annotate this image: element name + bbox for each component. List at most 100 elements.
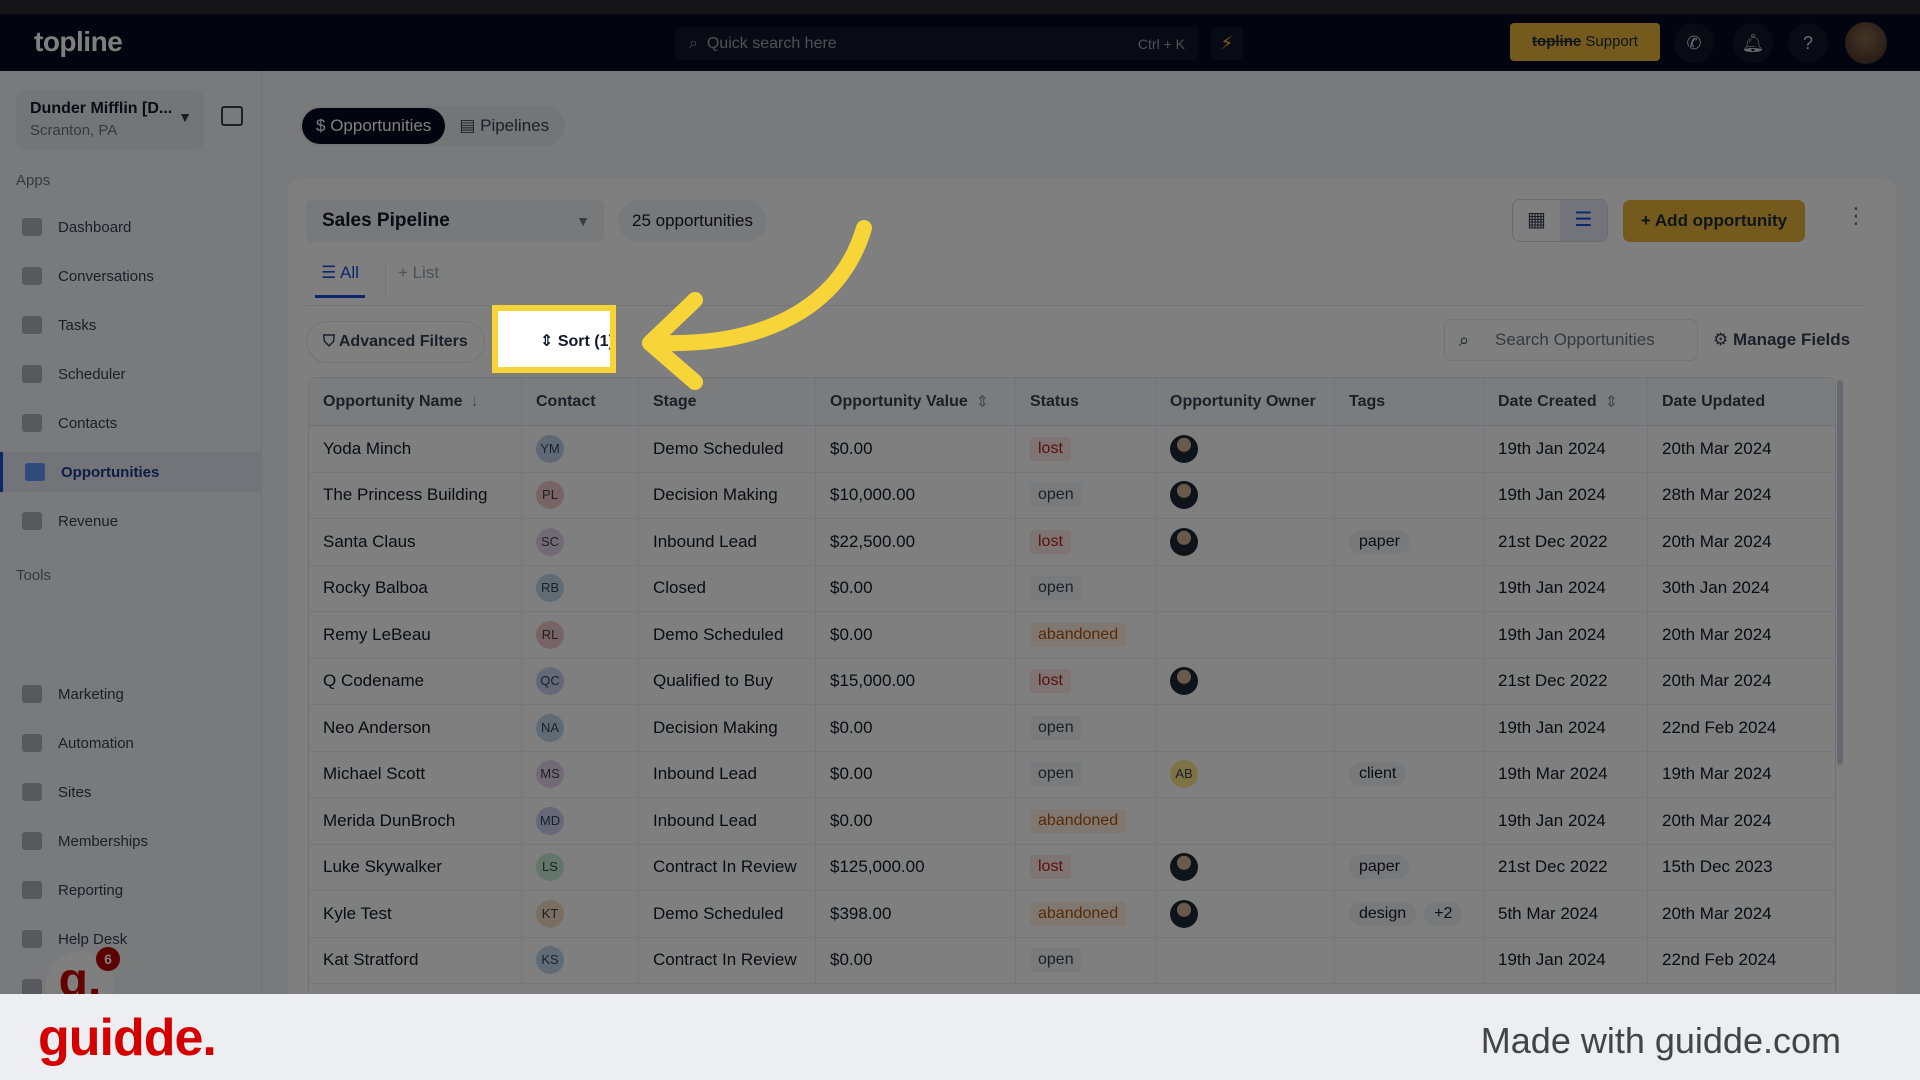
opportunity-name[interactable]: Luke Skywalker <box>309 844 522 890</box>
tag[interactable]: design <box>1349 901 1417 926</box>
tag[interactable]: paper <box>1349 529 1410 554</box>
grid-view-icon[interactable]: ▦ <box>1513 200 1560 241</box>
opportunity-name[interactable]: Q Codename <box>309 658 522 704</box>
contact-avatar[interactable]: MD <box>536 806 564 835</box>
sidebar-item-dashboard[interactable]: Dashboard <box>0 207 262 247</box>
sidebar-item-sites[interactable]: Sites <box>0 772 262 812</box>
table-row[interactable]: Merida DunBroch MD Inbound Lead $0.00 ab… <box>309 798 1835 845</box>
column-header[interactable]: Date Updated <box>1648 378 1835 425</box>
contact-avatar[interactable]: MS <box>536 760 564 789</box>
sort-button[interactable]: ⇕ Sort (1) <box>526 322 628 362</box>
table-row[interactable]: Remy LeBeau RL Demo Scheduled $0.00 aban… <box>309 612 1835 659</box>
column-header[interactable]: Opportunity Value ⇕ <box>816 378 1016 425</box>
tag[interactable]: +2 <box>1424 901 1463 926</box>
contact-avatar[interactable]: RB <box>536 574 564 603</box>
sort-icon[interactable]: ⇕ <box>976 392 989 412</box>
opportunity-name[interactable]: Kyle Test <box>309 891 522 937</box>
sidebar-item-reporting[interactable]: Reporting <box>0 870 262 910</box>
column-header[interactable]: Opportunity Owner <box>1156 378 1335 425</box>
more-icon[interactable]: ⋮ <box>1845 203 1867 229</box>
lightning-icon[interactable]: ⚡ <box>1211 27 1243 60</box>
tag[interactable]: client <box>1349 762 1407 787</box>
column-header[interactable]: Tags <box>1335 378 1484 425</box>
sidebar-item-revenue[interactable]: Revenue <box>0 501 262 541</box>
contact-avatar[interactable]: QC <box>536 667 564 696</box>
filter-icon: ⛉ <box>323 333 339 350</box>
sidebar-item-scheduler[interactable]: Scheduler <box>0 354 262 394</box>
contact-avatar[interactable]: NA <box>536 713 564 742</box>
column-header[interactable]: Opportunity Name ↓ <box>309 378 522 425</box>
table-row[interactable]: Rocky Balboa RB Closed $0.00 open 19th J… <box>309 565 1835 612</box>
status-badge: open <box>1030 762 1082 787</box>
opportunity-name[interactable]: Merida DunBroch <box>309 798 522 844</box>
list-view-icon[interactable]: ☰ <box>1560 200 1607 241</box>
table-row[interactable]: Santa Claus SC Inbound Lead $22,500.00 l… <box>309 519 1835 566</box>
add-opportunity-button[interactable]: + Add opportunity <box>1623 200 1805 242</box>
sidebar-item-tasks[interactable]: Tasks <box>0 305 262 345</box>
subtab-all[interactable]: ☰ All <box>315 263 365 298</box>
table-row[interactable]: Luke Skywalker LS Contract In Review $12… <box>309 844 1835 891</box>
search-opportunities-input[interactable]: ⌕ Search Opportunities <box>1444 319 1698 361</box>
contact-avatar[interactable]: LS <box>536 853 564 882</box>
status-cell: open <box>1016 937 1156 983</box>
contact-avatar[interactable]: KS <box>536 946 564 975</box>
top-nav: topline ⌕ Quick search here Ctrl + K ⚡ to… <box>0 14 1920 71</box>
table-scrollbar[interactable] <box>1837 380 1843 765</box>
table-row[interactable]: Neo Anderson NA Decision Making $0.00 op… <box>309 705 1835 752</box>
contact-avatar[interactable]: PL <box>536 481 564 510</box>
account-switcher[interactable]: Dunder Mifflin [D... Scranton, PA ▼ <box>16 91 204 149</box>
column-header[interactable]: Stage <box>639 378 816 425</box>
sidebar-item-opportunities[interactable]: Opportunities <box>0 452 262 492</box>
contact-avatar[interactable]: RL <box>536 620 564 649</box>
help-icon[interactable]: ? <box>1788 23 1828 63</box>
sidebar-item-marketing[interactable]: Marketing <box>0 674 262 714</box>
opportunity-name[interactable]: Kat Stratford <box>309 937 522 983</box>
sidebar-item-automation[interactable]: Automation <box>0 723 262 763</box>
sidebar-item-contacts[interactable]: Contacts <box>0 403 262 443</box>
subtab-add-list[interactable]: + List <box>384 263 439 298</box>
sidebar-item-memberships[interactable]: Memberships <box>0 821 262 861</box>
table-row[interactable]: The Princess Building PL Decision Making… <box>309 472 1835 519</box>
column-header[interactable]: Date Created ⇕ <box>1484 378 1648 425</box>
column-header[interactable]: Contact <box>522 378 639 425</box>
topline-logo[interactable]: topline <box>34 26 123 58</box>
user-avatar[interactable] <box>1845 22 1887 64</box>
table-row[interactable]: Q Codename QC Qualified to Buy $15,000.0… <box>309 658 1835 705</box>
opportunity-name[interactable]: Rocky Balboa <box>309 565 522 611</box>
sidebar-item-help-desk[interactable]: Help Desk <box>0 919 262 959</box>
collapse-sidebar-icon[interactable] <box>221 106 243 126</box>
tab-pipelines[interactable]: ▤ Pipelines <box>445 108 563 144</box>
sort-icon[interactable]: ↓ <box>471 393 479 411</box>
tags-cell <box>1335 705 1484 751</box>
opportunity-name[interactable]: Remy LeBeau <box>309 612 522 658</box>
tab-opportunities[interactable]: $ Opportunities <box>302 108 446 144</box>
table-row[interactable]: Kat Stratford KS Contract In Review $0.0… <box>309 937 1835 984</box>
table-row[interactable]: Michael Scott MS Inbound Lead $0.00 open… <box>309 751 1835 798</box>
table-row[interactable]: Kyle Test KT Demo Scheduled $398.00 aban… <box>309 891 1835 938</box>
support-button[interactable]: topline Support <box>1510 23 1660 61</box>
contact-avatar[interactable]: KT <box>536 899 564 928</box>
table-row[interactable]: Yoda Minch YM Demo Scheduled $0.00 lost … <box>309 426 1835 473</box>
contact-avatar[interactable]: YM <box>536 434 564 463</box>
sidebar-item-conversations[interactable]: Conversations <box>0 256 262 296</box>
view-tabs: $ Opportunities ▤ Pipelines <box>300 106 566 146</box>
opportunity-name[interactable]: Santa Claus <box>309 519 522 565</box>
column-header[interactable]: Status <box>1016 378 1156 425</box>
sidebar-item-label: Reporting <box>58 881 124 899</box>
tags-cell: paper <box>1335 519 1484 565</box>
advanced-filters-button[interactable]: ⛉ Advanced Filters <box>306 321 485 363</box>
manage-fields-button[interactable]: ⚙ Manage Fields <box>1713 319 1850 361</box>
tag[interactable]: paper <box>1349 855 1410 880</box>
sidebar-item-label: Tasks <box>58 316 97 334</box>
opportunity-name[interactable]: The Princess Building <box>309 472 522 518</box>
phone-icon[interactable]: ✆ <box>1674 23 1714 63</box>
quick-search[interactable]: ⌕ Quick search here Ctrl + K <box>675 27 1199 60</box>
pipeline-select[interactable]: Sales Pipeline ▼ <box>306 200 604 242</box>
sort-icon[interactable]: ⇕ <box>1605 392 1618 412</box>
stage: Demo Scheduled <box>639 612 816 658</box>
bell-icon[interactable]: 🔔︎ <box>1733 23 1773 63</box>
contact-avatar[interactable]: SC <box>536 527 564 556</box>
opportunity-name[interactable]: Neo Anderson <box>309 705 522 751</box>
opportunity-name[interactable]: Yoda Minch <box>309 426 522 472</box>
opportunity-name[interactable]: Michael Scott <box>309 751 522 797</box>
